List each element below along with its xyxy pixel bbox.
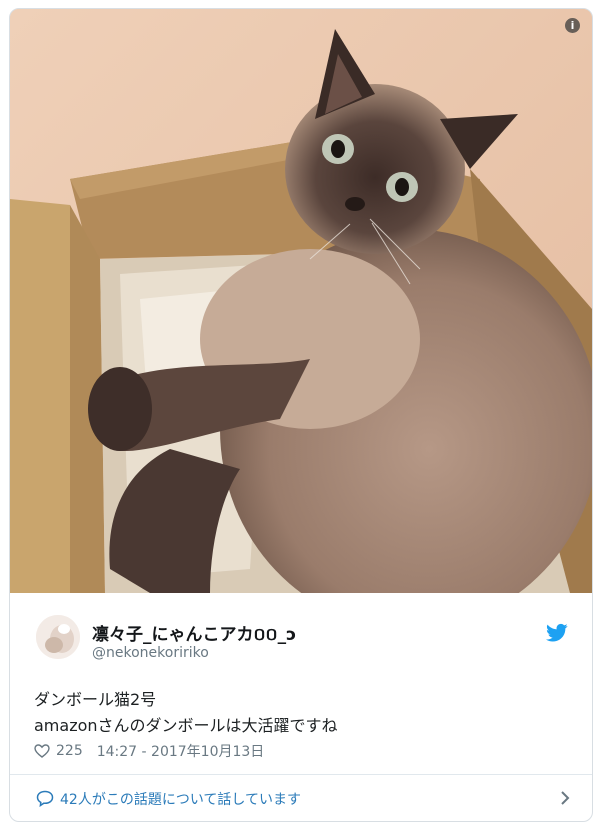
tweet-card: i 凛々子_にゃんこアカ០០_ɔ @nekonekoririko ダンボール猫2… [9, 8, 593, 822]
avatar-image [36, 615, 80, 659]
like-count[interactable]: 225 [56, 743, 83, 759]
info-icon[interactable]: i [565, 18, 580, 33]
timestamp[interactable]: 14:27 - 2017年10月13日 [97, 741, 265, 761]
tweet-text-line-1: ダンボール猫2号 [34, 690, 157, 709]
username-handle[interactable]: @nekonekoririko [92, 645, 209, 661]
heart-icon[interactable] [34, 744, 50, 758]
tweet-text: ダンボール猫2号 amazonさんのダンボールは大活躍ですね [34, 687, 574, 739]
speech-bubble-icon [36, 790, 54, 807]
tweet-header: 凛々子_にゃんこアカ០០_ɔ @nekonekoririko [10, 593, 592, 665]
conversation-label[interactable]: 42人がこの話題について話しています [60, 789, 301, 809]
tweet-photo[interactable]: i [10, 9, 592, 593]
cat-in-box-photo [10, 9, 592, 593]
conversation-link[interactable]: 42人がこの話題について話しています [10, 775, 592, 821]
tweet-meta: 225 14:27 - 2017年10月13日 [34, 740, 264, 762]
chevron-right-icon[interactable] [560, 790, 570, 806]
avatar[interactable] [36, 615, 80, 659]
twitter-bird-icon[interactable] [546, 623, 568, 643]
tweet-text-line-2: amazonさんのダンボールは大活躍ですね [34, 716, 338, 735]
